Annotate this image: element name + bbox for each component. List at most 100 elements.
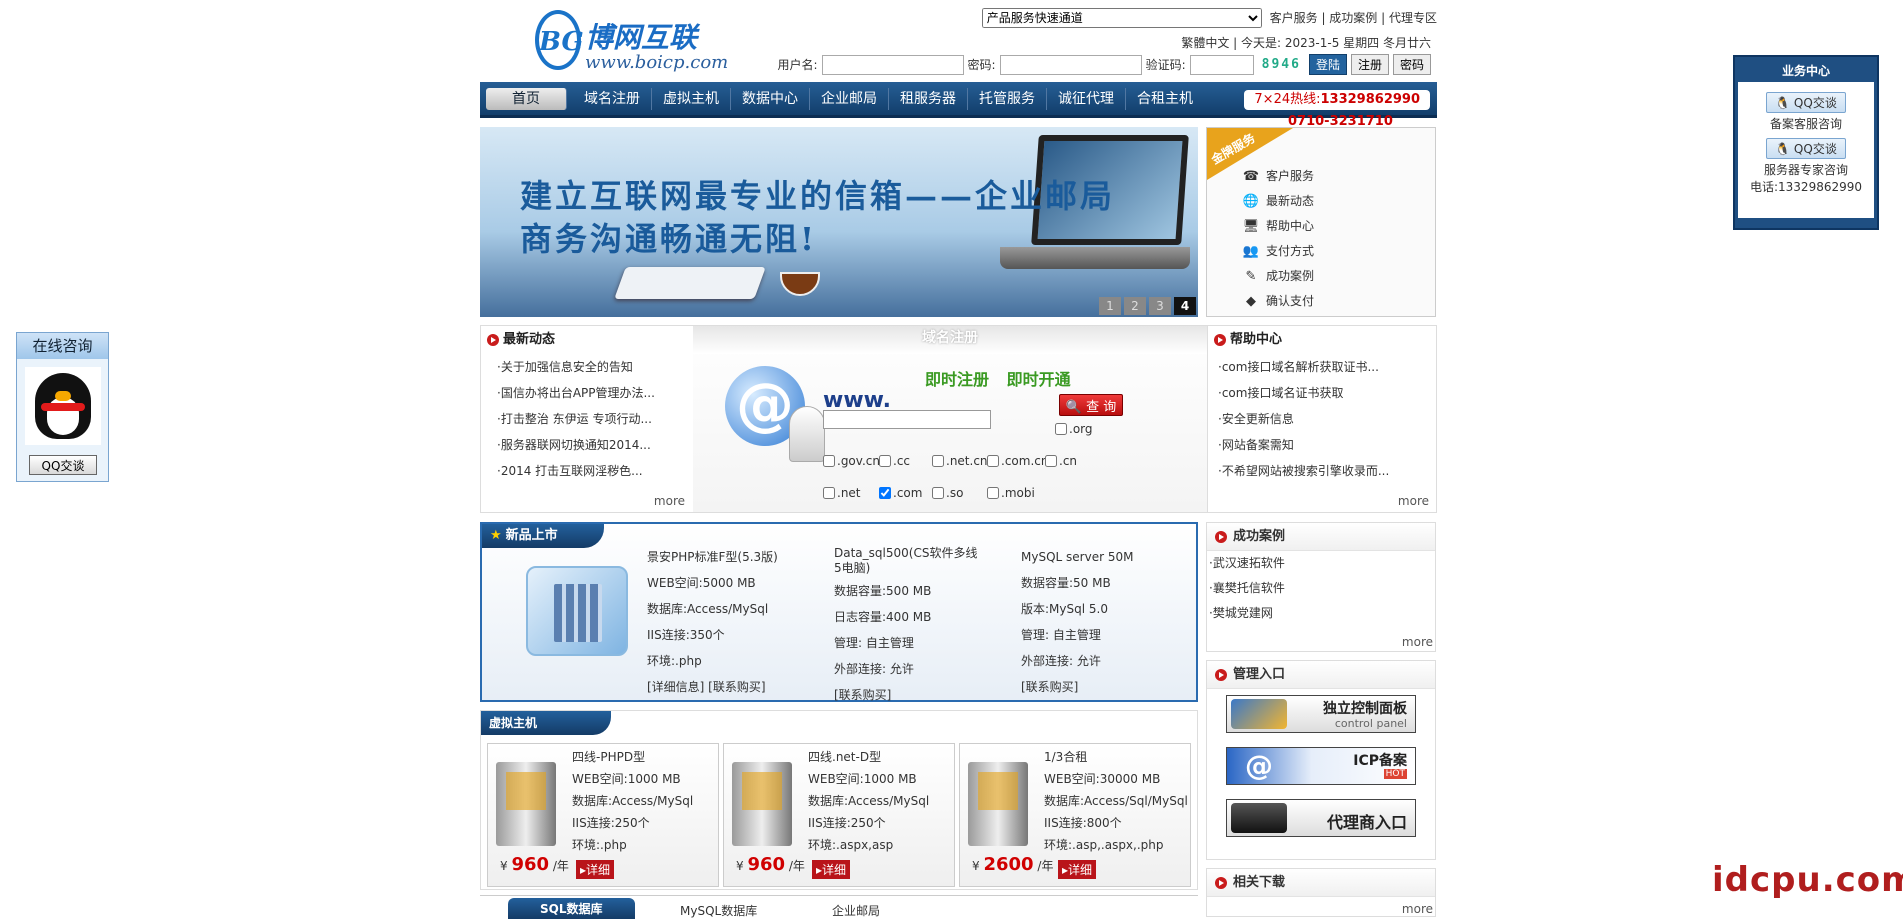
spec-line: 版本:MySql 5.0 <box>1021 602 1108 616</box>
tld-checkbox-input[interactable] <box>1055 423 1067 435</box>
vhost-card-1[interactable]: 四线-PHPD型 WEB空间:1000 MB 数据库:Access/MySql … <box>487 743 719 887</box>
tld-checkbox-input[interactable] <box>932 455 944 467</box>
case-item[interactable]: ·樊城党建网 <box>1209 606 1273 620</box>
qq-chat-button-1[interactable]: 🐧 QQ交谈 <box>1766 92 1846 113</box>
gold-item-label: 最新动态 <box>1266 194 1315 208</box>
tld-checkbox-cc[interactable]: .cc <box>879 454 910 468</box>
tld-checkbox-input[interactable] <box>1045 455 1057 467</box>
nav-shared-host[interactable]: 合租主机 <box>1126 88 1204 110</box>
nav-agent[interactable]: 诚征代理 <box>1047 87 1126 110</box>
tld-checkbox-input[interactable] <box>932 487 944 499</box>
tld-checkbox-input[interactable] <box>823 487 835 499</box>
tld-checkbox-comcn[interactable]: .com.cn <box>987 454 1048 468</box>
vhost-detail-button[interactable]: ▸详细 <box>812 860 851 879</box>
register-button[interactable]: 注册 <box>1350 54 1389 75</box>
tld-checkbox-cn[interactable]: .cn <box>1045 454 1077 468</box>
link-customer-service[interactable]: 客户服务 <box>1270 11 1318 25</box>
tld-checkbox-org[interactable]: .org <box>1055 422 1093 436</box>
tld-checkbox-input[interactable] <box>987 487 999 499</box>
gold-item-cases[interactable]: ✎ 成功案例 <box>1242 264 1314 289</box>
spec-line: Data_sql500(CS软件多线5电脑) <box>834 546 978 575</box>
news-item[interactable]: ·关于加强信息安全的告知 <box>497 360 633 374</box>
nav-virtual-host[interactable]: 虚拟主机 <box>652 87 731 110</box>
promo-banner[interactable]: 建立互联网最专业的信箱——企业邮局 商务沟通畅通无阻! 1 2 3 4 <box>480 127 1198 317</box>
tld-checkbox-input[interactable] <box>879 487 891 499</box>
vhost-detail-button[interactable]: ▸详细 <box>576 860 615 879</box>
news-item[interactable]: ·服务器联网切换通知2014... <box>497 438 651 452</box>
news-item[interactable]: ·2014 打击互联网淫秽色... <box>497 464 643 478</box>
link-agent-zone[interactable]: 代理专区 <box>1389 11 1437 25</box>
help-item[interactable]: ·不希望网站被搜索引擎收录而... <box>1218 464 1389 478</box>
tld-label: .com <box>893 486 923 500</box>
vhost-name[interactable]: 1/3合租 <box>1044 746 1188 768</box>
cases-more-link[interactable]: more <box>1402 635 1433 649</box>
vhost-card-3[interactable]: 1/3合租 WEB空间:30000 MB 数据库:Access/Sql/MySq… <box>959 743 1191 887</box>
gold-item-help[interactable]: 🖥 帮助中心 <box>1242 214 1314 239</box>
tld-checkbox-mobi[interactable]: .mobi <box>987 486 1035 500</box>
tld-checkbox-netcn[interactable]: .net.cn <box>932 454 988 468</box>
banner-page-1[interactable]: 1 <box>1099 297 1121 315</box>
tab-mysql[interactable]: MySQL数据库 <box>680 902 757 919</box>
agent-entry-button[interactable]: 代理商入口 <box>1226 799 1416 837</box>
qq-chat-button-2[interactable]: 🐧 QQ交谈 <box>1766 138 1846 159</box>
vhost-name[interactable]: 四线-PHPD型 <box>572 746 693 768</box>
password-input[interactable] <box>999 54 1142 75</box>
news-more-link[interactable]: more <box>654 494 685 508</box>
nav-hosting[interactable]: 托管服务 <box>968 87 1047 110</box>
help-more-link[interactable]: more <box>1398 494 1429 508</box>
case-item[interactable]: ·襄樊托信软件 <box>1209 581 1285 595</box>
news-item[interactable]: ·国信办将出台APP管理办法... <box>497 386 655 400</box>
tab-enterprise-mail[interactable]: 企业邮局 <box>832 902 880 919</box>
tab-sql-database[interactable]: SQL数据库 <box>508 898 635 919</box>
banner-page-4[interactable]: 4 <box>1174 297 1196 315</box>
gold-item-label: 帮助中心 <box>1266 219 1315 233</box>
vhost-detail-button[interactable]: ▸详细 <box>1058 860 1097 879</box>
downloads-more-link[interactable]: more <box>1402 902 1433 916</box>
case-item[interactable]: ·武汉速拓软件 <box>1209 556 1285 570</box>
nav-data-center[interactable]: 数据中心 <box>731 87 810 110</box>
nav-rent-server[interactable]: 租服务器 <box>889 87 968 110</box>
username-input[interactable] <box>821 54 964 75</box>
control-panel-button[interactable]: 独立控制面板 control panel <box>1226 695 1416 733</box>
spec-line: 环境:.php <box>647 654 702 668</box>
banner-page-3[interactable]: 3 <box>1149 297 1171 315</box>
product-quick-select[interactable]: 产品服务快速通道 <box>981 8 1262 28</box>
tld-checkbox-so[interactable]: .so <box>932 486 963 500</box>
icp-filing-button[interactable]: @ ICP备案 HOT <box>1226 747 1416 785</box>
gold-item-confirm-payment[interactable]: ◆ 确认支付 <box>1242 289 1314 314</box>
nav-domain[interactable]: 域名注册 <box>573 87 652 110</box>
captcha-input[interactable] <box>1189 54 1254 75</box>
captcha-image[interactable]: 8946 <box>1262 57 1301 72</box>
link-success-cases[interactable]: 成功案例 <box>1329 11 1377 25</box>
tld-checkbox-input[interactable] <box>879 455 891 467</box>
spec-links[interactable]: [详细信息] [联系购买] <box>647 674 827 700</box>
tld-checkbox-input[interactable] <box>823 455 835 467</box>
help-item[interactable]: ·com接口域名证书获取 <box>1218 386 1343 400</box>
help-item[interactable]: ·网站备案需知 <box>1218 438 1294 452</box>
banner-page-2[interactable]: 2 <box>1124 297 1146 315</box>
forgot-password-button[interactable]: 密码 <box>1392 54 1431 75</box>
tld-checkbox-net[interactable]: .net <box>823 486 861 500</box>
help-item[interactable]: ·安全更新信息 <box>1218 412 1294 426</box>
help-item[interactable]: ·com接口域名解析获取证书... <box>1218 360 1379 374</box>
vhost-name[interactable]: 四线.net-D型 <box>808 746 929 768</box>
login-button[interactable]: 登陆 <box>1308 54 1347 75</box>
nav-enterprise-mail[interactable]: 企业邮局 <box>810 87 889 110</box>
spec-links[interactable]: [联系购买] <box>1021 674 1201 700</box>
site-logo[interactable]: BG 博网互联 www.boicp.com <box>535 10 728 74</box>
gold-item-customer-service[interactable]: ☎ 客户服务 <box>1242 164 1314 189</box>
news-item[interactable]: ·打击整治 东伊运 专项行动... <box>497 412 652 426</box>
domain-query-button[interactable]: 🔍 查 询 <box>1059 394 1123 416</box>
tld-checkbox-input[interactable] <box>987 455 999 467</box>
vhost-card-2[interactable]: 四线.net-D型 WEB空间:1000 MB 数据库:Access/MySql… <box>723 743 955 887</box>
domain-tab[interactable]: 域名注册 <box>693 326 1207 354</box>
spec-links[interactable]: [联系购买] <box>834 682 984 708</box>
gold-item-news[interactable]: 🌐 最新动态 <box>1242 189 1314 214</box>
filing-support-label: 备案客服咨询 <box>1769 117 1842 131</box>
gold-item-payment[interactable]: 👥 支付方式 <box>1242 239 1314 264</box>
consult-qq-button[interactable]: QQ交谈 <box>29 455 97 475</box>
tld-checkbox-govcn[interactable]: .gov.cn <box>823 454 880 468</box>
nav-home[interactable]: 首页 <box>486 87 567 110</box>
domain-search-input[interactable] <box>823 410 991 429</box>
tld-checkbox-com[interactable]: .com <box>879 486 922 500</box>
